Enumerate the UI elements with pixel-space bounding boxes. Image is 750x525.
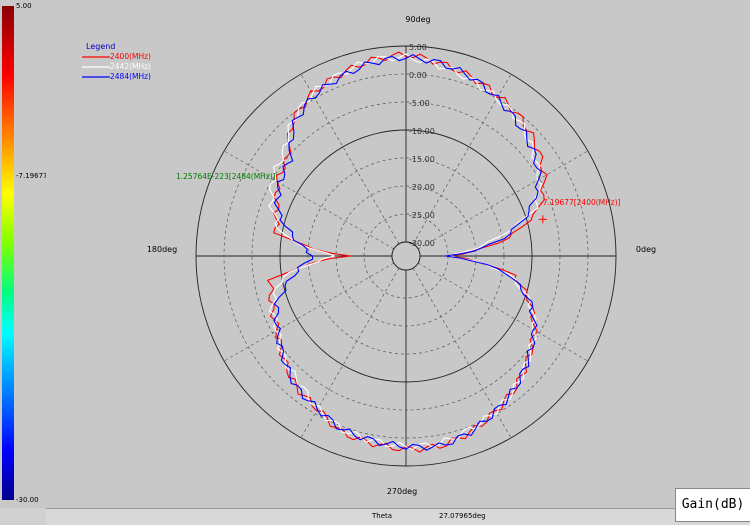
legend-entry-2400: 2400(MHz) [110,52,151,61]
angle-label-270: 270deg [387,487,417,496]
theta-label: Theta [372,512,393,520]
antenna-pattern-viewer: 5.00 -7.19677 -30.00 5.00 0.00 -5.00 -10.00… [0,0,750,525]
colorbar-mid-label: -7.19677 [16,172,48,180]
colorbar-max-label: 5.00 [16,2,32,10]
radial-tick-label-2: -5.00 [409,99,430,108]
angle-label-90: 90deg [405,15,430,24]
legend-title: Legend [86,42,115,51]
radial-tick-label-1: 0.00 [409,71,427,80]
angle-label-0: 0deg [636,245,656,254]
colorbar-panel: 5.00 -7.19677 -30.00 [0,0,47,508]
radial-tick-label-5: -20.00 [409,183,435,192]
angle-label-180: 180deg [147,245,177,254]
legend-entry-2442: 2442(MHz) [110,62,151,71]
gain-unit-label: Gain(dB) [675,488,750,522]
radial-tick-label-0: 5.00 [409,43,427,52]
radial-tick-label-7: -30.00 [409,239,435,248]
legend-entry-2484: 2484(MHz) [110,72,151,81]
status-bar: Theta 27.07965deg [46,508,750,525]
theta-value: 27.07965deg [439,512,486,520]
radial-tick-label-3: -10.00 [409,127,435,136]
color-scale-bar [2,6,14,500]
polar-plot[interactable]: 5.00 0.00 -5.00 -10.00 -15.00 -20.00 -25.00 -30… [46,0,750,508]
annotation-2484-marker: 1.25764E-223[2484(MHz)] [176,172,276,181]
colorbar-min-label: -30.00 [16,496,39,504]
radial-tick-label-6: -25.00 [409,211,435,220]
annotation-2400-marker: -7.19677[2400(MHz)] [540,198,621,207]
radial-tick-label-4: -15.00 [409,155,435,164]
